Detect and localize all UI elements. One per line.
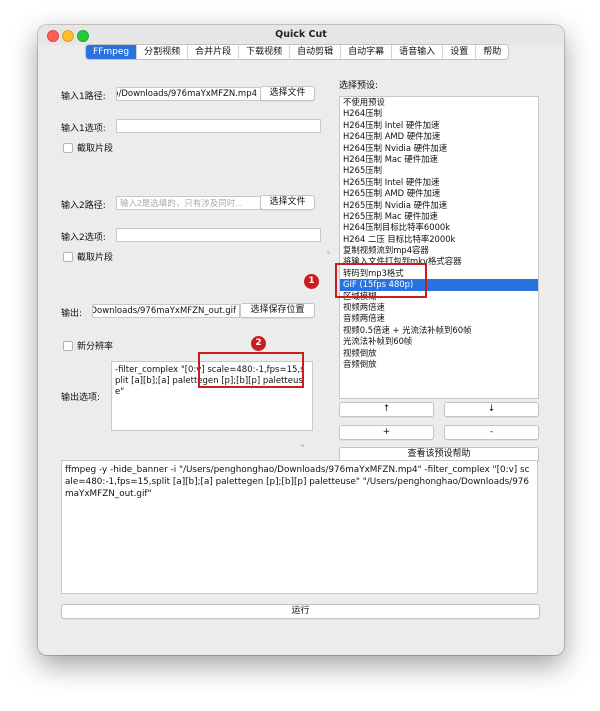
clip-checkbox-2[interactable]: 截取片段 xyxy=(63,250,113,263)
remove-preset-button[interactable]: - xyxy=(444,425,539,440)
tab-ffmpeg[interactable]: FFmpeg xyxy=(86,45,138,59)
preset-item[interactable]: 不使用预设 xyxy=(340,97,538,108)
input1-path-field[interactable]: /Users/penghonghao/Downloads/976maYxMFZN… xyxy=(116,87,261,101)
clip-checkbox-1[interactable]: 截取片段 xyxy=(63,141,113,154)
annotation-box-2 xyxy=(198,352,304,388)
preset-item[interactable]: H264压制 Nvidia 硬件加速 xyxy=(340,143,538,154)
tab-merge-clips[interactable]: 合并片段 xyxy=(188,45,240,59)
move-down-button[interactable]: ↓ xyxy=(444,402,539,417)
tab-auto-edit[interactable]: 自动剪辑 xyxy=(290,45,342,59)
input2-options-label: 输入2选项: xyxy=(61,233,106,243)
annotation-badge-2: 2 xyxy=(251,336,266,351)
preset-item[interactable]: 音频倒放 xyxy=(340,359,538,370)
title-bar: Quick Cut xyxy=(38,25,564,45)
output-options-label: 输出选项: xyxy=(61,393,101,403)
preset-item[interactable]: H264 二压 目标比特率2000k xyxy=(340,234,538,245)
preset-item[interactable]: 音频两倍速 xyxy=(340,313,538,324)
clip-checkbox-label: 截取片段 xyxy=(77,144,114,154)
preset-item[interactable]: H265压制 xyxy=(340,165,538,176)
run-button[interactable]: 运行 xyxy=(61,604,540,619)
annotation-box-1 xyxy=(335,263,427,298)
input2-path-field[interactable] xyxy=(116,196,261,210)
input1-options-label: 输入1选项: xyxy=(61,124,106,134)
new-resolution-checkbox[interactable]: 新分辨率 xyxy=(63,339,113,352)
preset-item[interactable]: H264压制 AMD 硬件加速 xyxy=(340,131,538,142)
checkbox-box[interactable] xyxy=(63,142,73,153)
splitter-handle[interactable] xyxy=(327,251,330,254)
preset-item[interactable]: H264压制 Intel 硬件加速 xyxy=(340,120,538,131)
preset-item[interactable]: H264压制 xyxy=(340,108,538,119)
checkbox-box[interactable] xyxy=(63,251,73,262)
command-textarea[interactable]: ffmpeg -y -hide_banner -i "/Users/pengho… xyxy=(61,460,538,594)
preset-item[interactable]: 复制视频流到mp4容器 xyxy=(340,245,538,256)
input1-path-label: 输入1路径: xyxy=(61,92,106,102)
checkbox-box[interactable] xyxy=(63,340,73,351)
add-preset-button[interactable]: + xyxy=(339,425,434,440)
choose-file-button-1[interactable]: 选择文件 xyxy=(260,86,315,101)
tab-auto-subtitle[interactable]: 自动字幕 xyxy=(341,45,393,59)
tab-split-video[interactable]: 分割视频 xyxy=(137,45,189,59)
tab-voice-input[interactable]: 语音输入 xyxy=(392,45,444,59)
splitter-handle[interactable] xyxy=(301,444,304,447)
move-up-button[interactable]: ↑ xyxy=(339,402,434,417)
tab-settings[interactable]: 设置 xyxy=(443,45,477,59)
preset-item[interactable]: H265压制 Intel 硬件加速 xyxy=(340,177,538,188)
preset-item[interactable]: H265压制 Nvidia 硬件加速 xyxy=(340,200,538,211)
preset-item[interactable]: 视频两倍速 xyxy=(340,302,538,313)
annotation-badge-1: 1 xyxy=(304,274,319,289)
tab-bar: FFmpeg 分割视频 合并片段 下载视频 自动剪辑 自动字幕 语音输入 设置 … xyxy=(85,44,510,60)
preset-item[interactable]: 光流法补帧到60帧 xyxy=(340,336,538,347)
input2-options-field[interactable] xyxy=(116,228,321,242)
tab-help[interactable]: 帮助 xyxy=(476,45,508,59)
tab-download-video[interactable]: 下载视频 xyxy=(239,45,291,59)
new-resolution-label: 新分辨率 xyxy=(77,342,114,352)
choose-save-location-button[interactable]: 选择保存位置 xyxy=(240,303,315,318)
input1-options-field[interactable] xyxy=(116,119,321,133)
preset-item[interactable]: 视频0.5倍速 + 光流法补帧到60帧 xyxy=(340,325,538,336)
window-title: Quick Cut xyxy=(275,29,327,40)
preset-item[interactable]: H265压制 AMD 硬件加速 xyxy=(340,188,538,199)
preset-list[interactable]: 不使用预设 H264压制 H264压制 Intel 硬件加速 H264压制 AMD 硬… xyxy=(339,96,539,399)
input2-path-label: 输入2路径: xyxy=(61,201,106,211)
preset-item[interactable]: 视频倒放 xyxy=(340,348,538,359)
output-label: 输出: xyxy=(61,309,83,319)
choose-file-button-2[interactable]: 选择文件 xyxy=(260,195,315,210)
clip-checkbox-label: 截取片段 xyxy=(77,253,114,263)
preset-item[interactable]: H264压制 Mac 硬件加速 xyxy=(340,154,538,165)
preset-item[interactable]: H264压制目标比特率6000k xyxy=(340,222,538,233)
output-path-field[interactable]: /Users/penghonghao/Downloads/976maYxMFZN… xyxy=(92,304,240,318)
preset-item[interactable]: H265压制 Mac 硬件加速 xyxy=(340,211,538,222)
presets-label: 选择预设: xyxy=(339,81,379,91)
app-window: Quick Cut FFmpeg 分割视频 合并片段 下载视频 自动剪辑 自动字… xyxy=(38,25,564,655)
